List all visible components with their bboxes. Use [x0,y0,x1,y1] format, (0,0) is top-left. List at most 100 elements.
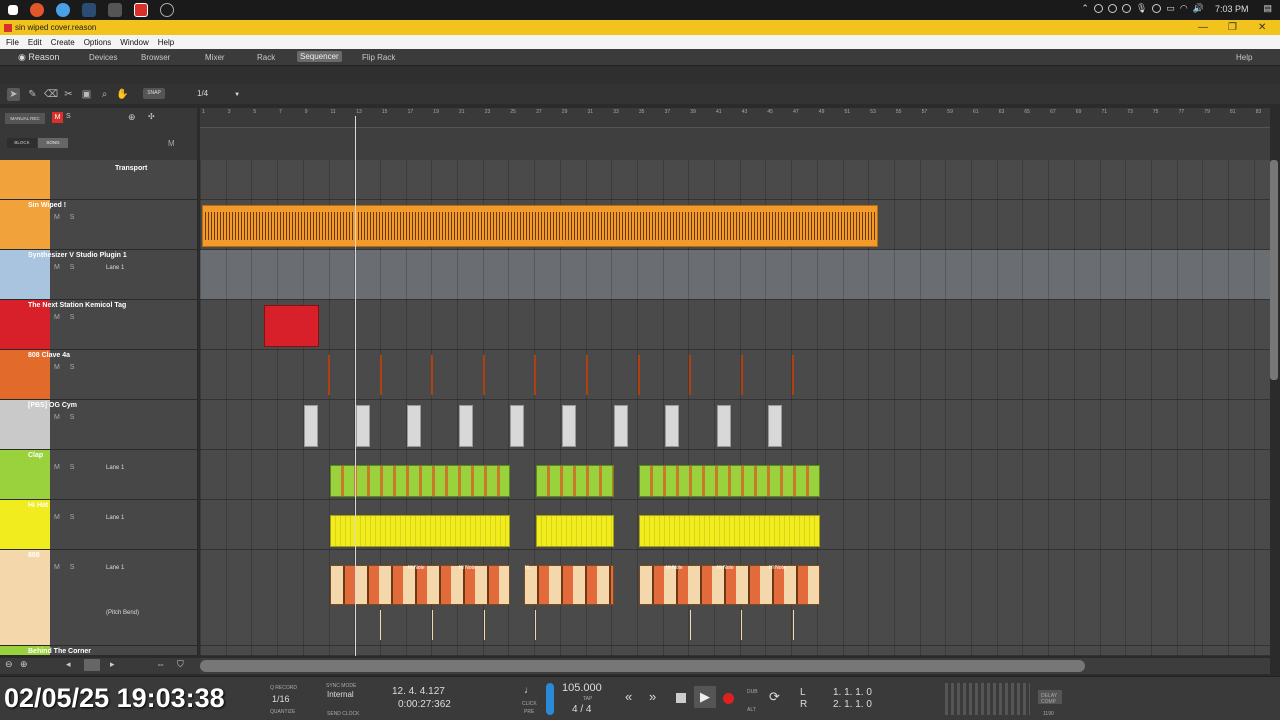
audio-app-icon[interactable] [108,3,122,17]
track-color-thumb[interactable] [0,160,50,199]
clave-note[interactable] [431,355,434,395]
master-mute-button[interactable]: M [52,112,63,123]
record-button[interactable] [723,693,734,704]
clave-note[interactable] [689,355,692,395]
fit-icon[interactable]: ⇔ [156,659,165,669]
track-mute-solo[interactable]: M S [54,414,78,421]
zoom-in-icon[interactable]: ⊕ [20,659,28,670]
track-name[interactable]: Transport [115,165,147,172]
taskbar-clock[interactable]: 7:03 PM [1215,4,1249,14]
track-mute-solo[interactable]: M S [54,214,78,221]
clap-clip[interactable] [639,465,820,497]
notification-icon[interactable]: ▤ [1263,3,1272,14]
track-mute-solo[interactable]: M S [54,314,78,321]
razor-tool-icon[interactable]: ✂ [62,88,75,101]
steam-icon[interactable] [82,3,96,17]
nav-devices[interactable]: Devices [89,53,117,62]
loop-right-value[interactable]: 2. 1. 1. 0 [833,699,872,710]
magnify-tool-icon[interactable]: ⌕ [98,88,111,101]
snap-value-select[interactable]: 1/4 ▼ [197,89,240,98]
tempo-value[interactable]: 105.000 [562,682,602,694]
track-header[interactable]: Behind The Corner [0,646,197,656]
808-clip[interactable] [524,565,614,605]
nav-rack[interactable]: Rack [257,53,275,62]
track-header[interactable]: Hi Hat M S Lane 1 [0,500,197,550]
mute-tool-icon[interactable]: ▣ [80,88,93,101]
cymbal-clip[interactable] [716,405,731,447]
sequencer-arrangement[interactable]: Hi Note Hi Note Hi Note Hi Note Hi Note H.. [200,160,1270,656]
track-header[interactable]: The Next Station Kemicol Tag M S [0,300,197,350]
track-name[interactable]: 808 [28,552,40,559]
pitch-bend-event[interactable] [380,610,381,640]
eraser-tool-icon[interactable]: ⌫ [44,88,58,101]
track-mute-solo[interactable]: M S [54,464,78,471]
loop-left-value[interactable]: 1. 1. 1. 0 [833,687,872,698]
cymbal-clip[interactable] [665,405,680,447]
fast-forward-button[interactable]: » [649,689,656,704]
stop-button[interactable] [676,693,686,703]
track-name[interactable]: Synthesizer V Studio Plugin 1 [28,252,127,259]
cymbal-clip[interactable] [407,405,422,447]
position-time[interactable]: 0:00:27:362 [398,699,451,710]
clap-clip[interactable] [536,465,614,497]
track-name[interactable]: 808 Clave 4a [28,352,70,359]
nav-mixer[interactable]: Mixer [205,53,225,62]
firefox-icon[interactable] [30,3,44,17]
hihat-clip[interactable] [536,515,614,547]
rewind-nav-icon[interactable]: ◂ [66,659,71,670]
track-mute-solo[interactable]: M S [54,564,78,571]
maximize-button[interactable]: ❐ [1228,22,1237,33]
track-header[interactable]: [PBS] OG Cym M S [0,400,197,450]
track-mute-solo[interactable]: M S [54,514,78,521]
cymbal-clip[interactable] [613,405,628,447]
hand-tool-icon[interactable]: ✋ [116,88,129,101]
pitch-bend-event[interactable] [535,610,536,640]
nav-sequencer[interactable]: Sequencer [297,51,342,62]
pencil-tool-icon[interactable]: ✎ [26,88,39,101]
track-name[interactable]: [PBS] OG Cym [28,402,77,409]
timeline-ruler[interactable]: 1 3 5 7 9 11 13 15 17 19 21 23 25 27 29 31 33 35 37 39 41 43 4… [200,108,1270,128]
clave-note[interactable] [379,355,382,395]
tap-label[interactable]: TAP [583,696,592,702]
loop-icon[interactable]: ⟳ [769,689,780,705]
clave-note[interactable] [328,355,330,395]
clave-note[interactable] [482,355,485,395]
menu-window[interactable]: Window [120,38,148,47]
forward-nav-icon[interactable]: ▸ [110,659,115,670]
track-lane[interactable] [200,350,1270,400]
nav-flip-rack[interactable]: Flip Rack [362,53,395,62]
microphone-icon[interactable]: 🎙 [1136,3,1147,14]
clave-note[interactable] [586,355,588,395]
metronome-icon[interactable]: ♩ [524,685,534,696]
tray-icon[interactable] [1093,4,1103,13]
track-options-icon[interactable]: ✣ [148,112,155,121]
track-header[interactable]: Sin Wiped ! M S [0,200,197,250]
sync-mode-select[interactable]: Internal [327,690,354,699]
menu-options[interactable]: Options [84,38,112,47]
pitch-bend-event[interactable] [432,610,433,640]
nav-browser[interactable]: Browser [141,53,170,62]
cymbal-clip[interactable] [304,405,318,447]
track-header[interactable]: Transport [0,160,197,200]
track-header[interactable]: Synthesizer V Studio Plugin 1 M S Lane 1 [0,250,197,300]
wifi-icon[interactable]: ◠ [1180,3,1188,14]
track-lane[interactable] [200,160,1270,200]
pitch-bend-event[interactable] [484,610,485,640]
master-solo-button[interactable]: S [66,113,71,120]
clap-clip[interactable] [330,465,510,497]
minimize-button[interactable]: — [1198,22,1208,33]
volume-icon[interactable]: 🔊 [1193,3,1204,14]
track-name[interactable]: Sin Wiped ! [28,202,66,209]
track-header[interactable]: Clap M S Lane 1 [0,450,197,500]
add-track-icon[interactable]: ⊕ [128,112,136,123]
network-icon[interactable]: ▭ [1166,3,1175,14]
track-header[interactable]: 808 Clave 4a M S [0,350,197,400]
reason-logo[interactable]: ◉ Reason [18,52,59,63]
track-name[interactable]: The Next Station Kemicol Tag [28,302,126,309]
snap-button[interactable]: SNAP [143,88,165,99]
browser-icon[interactable] [56,3,70,17]
track-name[interactable]: Hi Hat [28,502,48,509]
track-lane[interactable] [200,300,1270,350]
track-lane[interactable] [200,250,1270,300]
windows-start-icon[interactable] [8,5,18,15]
